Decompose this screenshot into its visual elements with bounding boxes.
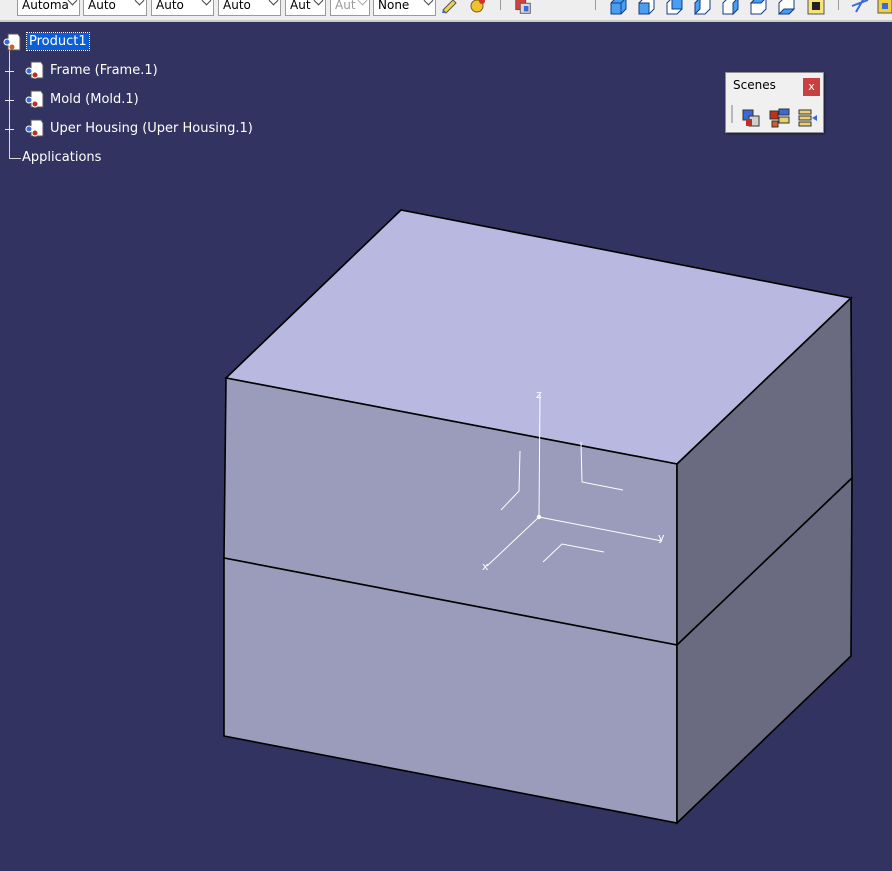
hide-show-icon[interactable] [876, 0, 892, 16]
combo-value: Automa [22, 0, 69, 12]
combo-value: Auto [88, 0, 116, 12]
tree-node-frame[interactable]: Frame (Frame.1) [50, 62, 158, 79]
combo-value: Aut [335, 0, 356, 12]
tree-node-mold[interactable]: Mold (Mold.1) [50, 91, 139, 108]
combo-value: Aut [290, 0, 311, 12]
apply-scene-icon[interactable] [796, 107, 820, 129]
chevron-down-icon [357, 0, 368, 6]
tree-node-uper-housing[interactable]: Uper Housing (Uper Housing.1) [50, 120, 253, 137]
create-scene-icon[interactable] [740, 107, 764, 129]
combo-value: Auto [156, 0, 184, 12]
tree-connector [9, 158, 21, 159]
close-button[interactable]: x [803, 78, 820, 96]
bottom-view-icon[interactable] [776, 0, 796, 16]
toolbar-separator [500, 0, 501, 10]
chevron-down-icon [423, 0, 434, 6]
component-icon[interactable] [25, 89, 45, 109]
toolbar-separator [838, 0, 839, 10]
catalog-browser-icon[interactable] [513, 0, 533, 16]
color-combo[interactable]: Auto [83, 0, 147, 16]
tree-node-product1[interactable]: Product1 [26, 32, 90, 51]
painter-icon[interactable] [440, 0, 460, 16]
expand-icon[interactable] [5, 96, 14, 105]
product-icon[interactable] [2, 32, 22, 52]
chevron-down-icon [313, 0, 324, 6]
combo-value: Auto [223, 0, 251, 12]
back-view-icon[interactable] [664, 0, 684, 16]
scenes-title: Scenes [733, 78, 776, 92]
named-views-icon[interactable] [806, 0, 826, 16]
line-type-combo[interactable]: Automa [17, 0, 80, 16]
top-view-icon[interactable] [748, 0, 768, 16]
axis-y-label: y [658, 531, 665, 544]
toolbar-separator [595, 0, 596, 10]
transparency-combo[interactable]: Auto [151, 0, 214, 16]
right-view-icon[interactable] [720, 0, 740, 16]
rendering-style-combo[interactable]: None [373, 0, 436, 16]
linetype-combo[interactable]: Aut [285, 0, 326, 16]
combo-value: None [378, 0, 410, 12]
line-thickness-combo[interactable]: Auto [218, 0, 281, 16]
component-icon[interactable] [25, 118, 45, 138]
scenes-toolbar[interactable]: Scenes x [725, 72, 824, 133]
chevron-down-icon [201, 0, 212, 6]
chevron-down-icon [134, 0, 145, 6]
expand-icon[interactable] [5, 125, 14, 134]
axis-z-label: z [536, 388, 542, 401]
component-icon[interactable] [25, 60, 45, 80]
swap-visible-space-icon[interactable] [850, 0, 870, 16]
top-toolbar: Automa Auto Auto Auto Aut Aut None [0, 0, 892, 22]
isometric-view-icon[interactable] [608, 0, 628, 16]
front-view-icon[interactable] [636, 0, 656, 16]
chevron-down-icon [67, 0, 78, 6]
expand-icon[interactable] [5, 67, 14, 76]
chevron-down-icon [268, 0, 279, 6]
point-symbol-combo[interactable]: Aut [330, 0, 370, 16]
axis-x-label: x [482, 560, 489, 573]
left-view-icon[interactable] [692, 0, 712, 16]
toolbar-grip[interactable] [731, 105, 733, 123]
specification-tree: Product1 Frame (Frame.1) Mold (Mold.1) U… [0, 30, 280, 180]
color-palette-icon[interactable] [467, 0, 487, 16]
enhanced-scene-icon[interactable] [768, 107, 792, 129]
tree-node-applications[interactable]: Applications [22, 149, 101, 166]
